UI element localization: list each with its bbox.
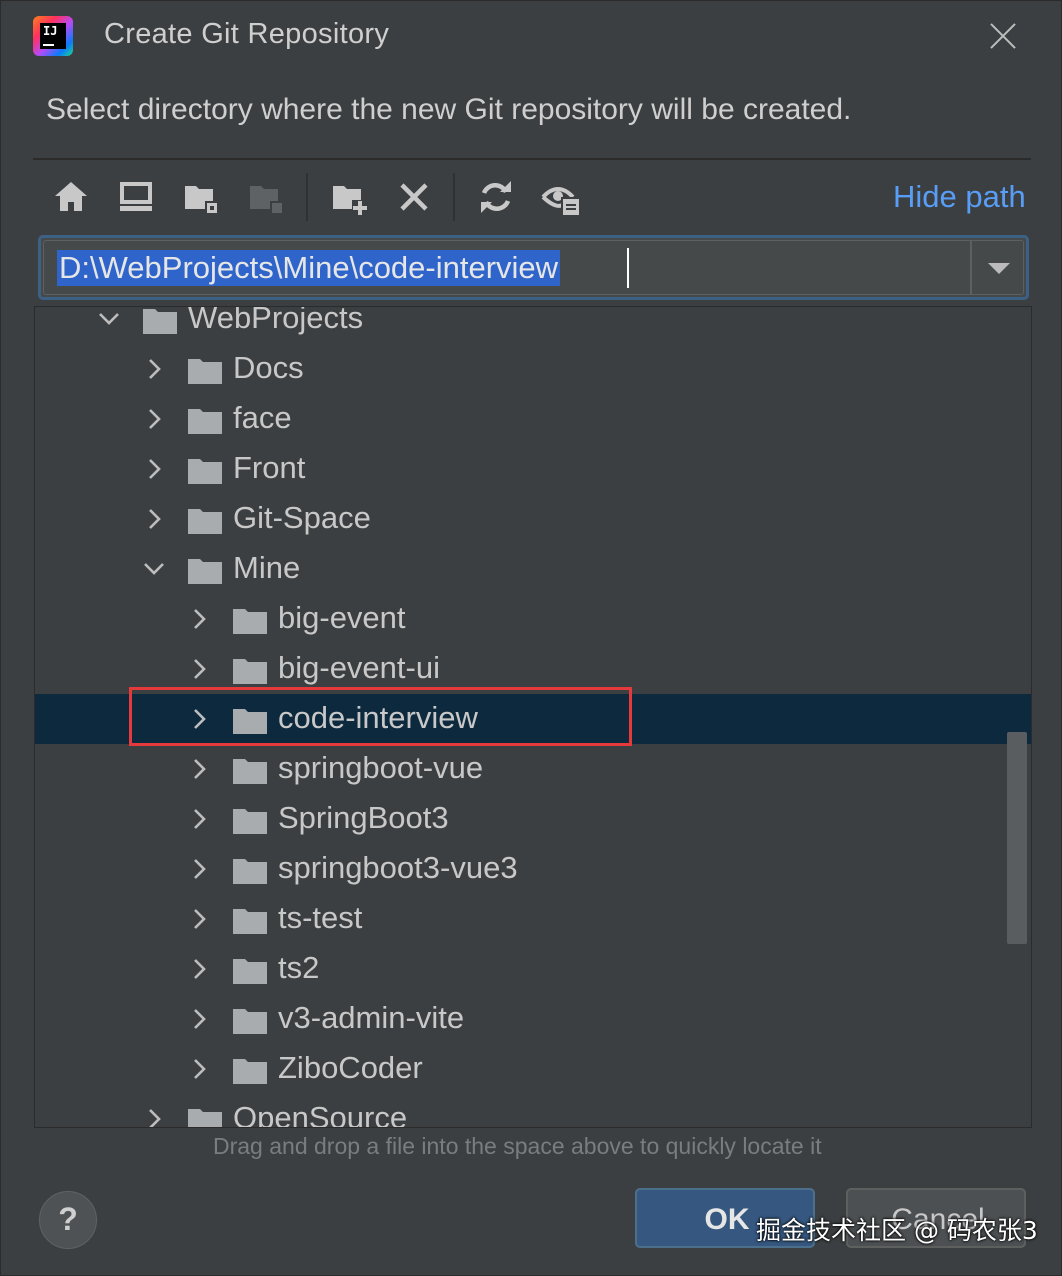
tree-item[interactable]: big-event: [35, 594, 1031, 644]
folder-icon: [232, 957, 268, 985]
watermark-text: 掘金技术社区 @ 码农张3: [756, 1216, 1038, 1245]
title-bar: IJ Create Git Repository: [1, 1, 1062, 77]
chevron-right-icon[interactable]: [187, 907, 211, 931]
tree-item[interactable]: Mine: [35, 544, 1031, 594]
intellij-logo-icon: IJ: [33, 16, 73, 56]
text-caret: [627, 248, 629, 288]
tree-item[interactable]: ZiboCoder: [35, 1044, 1031, 1094]
folder-icon: [232, 657, 268, 685]
tree-item-label: Docs: [233, 350, 304, 385]
tree-item-label: Mine: [233, 550, 301, 585]
tree-item-label: face: [233, 400, 292, 435]
folder-icon: [232, 807, 268, 835]
chevron-right-icon[interactable]: [187, 657, 211, 681]
create-git-repository-dialog: IJ Create Git Repository Select director…: [0, 0, 1062, 1276]
toolbar-separator: [306, 173, 308, 221]
chevron-right-icon[interactable]: [187, 1057, 211, 1081]
chevron-down-icon[interactable]: [97, 307, 121, 331]
folder-icon: [232, 907, 268, 935]
scrollbar-thumb[interactable]: [1007, 732, 1027, 944]
tree-item[interactable]: SpringBoot3: [35, 794, 1031, 844]
toolbar-separator: [453, 173, 455, 221]
divider: [33, 158, 1031, 160]
home-icon[interactable]: [49, 175, 93, 219]
hide-path-link[interactable]: Hide path: [893, 179, 1026, 215]
chevron-right-icon[interactable]: [142, 357, 166, 381]
path-combo-box[interactable]: D:\WebProjects\Mine\code-interview: [38, 235, 1029, 300]
delete-icon[interactable]: [392, 175, 436, 219]
toolbar: Hide path: [33, 167, 1031, 227]
tree-item-label: springboot3-vue3: [278, 850, 518, 885]
tree-item[interactable]: face: [35, 394, 1031, 444]
folder-icon: [232, 857, 268, 885]
tree-item[interactable]: OpenSource: [35, 1094, 1031, 1128]
help-button[interactable]: ?: [39, 1191, 97, 1249]
tree-item[interactable]: WebProjects: [35, 306, 1031, 344]
chevron-down-icon[interactable]: [142, 557, 166, 581]
tree-item-label: ZiboCoder: [278, 1050, 423, 1085]
chevron-right-icon[interactable]: [187, 857, 211, 881]
folder-icon: [187, 507, 223, 535]
tree-item-label: springboot-vue: [278, 750, 484, 785]
tree-item[interactable]: Git-Space: [35, 494, 1031, 544]
dialog-title: Create Git Repository: [104, 18, 390, 50]
tree-item-label: big-event: [278, 600, 406, 635]
folder-icon: [187, 407, 223, 435]
chevron-down-icon[interactable]: [972, 238, 1027, 297]
folder-icon: [232, 1007, 268, 1035]
chevron-right-icon[interactable]: [187, 607, 211, 631]
highlight-annotation-box: [129, 687, 632, 746]
tree-item-label: SpringBoot3: [278, 800, 449, 835]
tree-item-label: ts-test: [278, 900, 363, 935]
module-folder-icon[interactable]: [244, 175, 288, 219]
chevron-right-icon[interactable]: [142, 457, 166, 481]
refresh-icon[interactable]: [474, 175, 518, 219]
project-folder-icon[interactable]: [179, 175, 223, 219]
tree-item-label: WebProjects: [188, 306, 364, 335]
tree-item-label: Git-Space: [233, 500, 371, 535]
chevron-right-icon[interactable]: [142, 1107, 166, 1127]
new-folder-icon[interactable]: [327, 175, 371, 219]
folder-icon: [232, 607, 268, 635]
folder-icon: [187, 557, 223, 585]
close-icon[interactable]: [983, 17, 1023, 57]
path-input[interactable]: D:\WebProjects\Mine\code-interview: [57, 250, 561, 286]
chevron-right-icon[interactable]: [187, 1007, 211, 1031]
folder-icon: [142, 307, 178, 335]
chevron-right-icon[interactable]: [142, 407, 166, 431]
folder-icon: [187, 457, 223, 485]
chevron-right-icon[interactable]: [142, 507, 166, 531]
tree-item-label: ts2: [278, 950, 320, 985]
app-icon-text: IJ: [43, 24, 58, 38]
dialog-description: Select directory where the new Git repos…: [46, 93, 852, 126]
tree-item[interactable]: ts2: [35, 944, 1031, 994]
tree-item-label: v3-admin-vite: [278, 1000, 465, 1035]
chevron-right-icon[interactable]: [187, 957, 211, 981]
folder-icon: [232, 757, 268, 785]
folder-icon: [187, 357, 223, 385]
tree-item-label: Front: [233, 450, 306, 485]
tree-item[interactable]: v3-admin-vite: [35, 994, 1031, 1044]
folder-icon: [187, 1107, 223, 1127]
help-label: ?: [58, 1201, 78, 1237]
chevron-right-icon[interactable]: [187, 807, 211, 831]
tree-item[interactable]: Front: [35, 444, 1031, 494]
tree-item[interactable]: ts-test: [35, 894, 1031, 944]
tree-item[interactable]: springboot3-vue3: [35, 844, 1031, 894]
tree-item[interactable]: Docs: [35, 344, 1031, 394]
chevron-right-icon[interactable]: [187, 757, 211, 781]
show-hidden-files-icon[interactable]: [540, 175, 584, 219]
drag-drop-hint: Drag and drop a file into the space abov…: [213, 1133, 822, 1159]
folder-icon: [232, 1057, 268, 1085]
desktop-icon[interactable]: [114, 175, 158, 219]
tree-item-label: OpenSource: [233, 1100, 408, 1128]
tree-item[interactable]: springboot-vue: [35, 744, 1031, 794]
tree-item-label: big-event-ui: [278, 650, 440, 685]
